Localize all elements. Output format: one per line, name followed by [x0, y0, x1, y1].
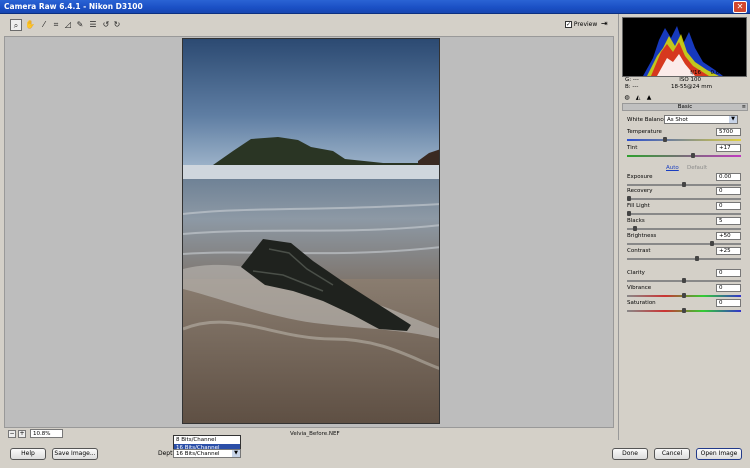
control-value-input[interactable]: 0 [716, 187, 741, 195]
default-link[interactable]: Default [687, 165, 707, 171]
preview-label: Preview [573, 21, 598, 28]
lens: 18-55@24 mm [671, 84, 712, 90]
control-value-input[interactable]: 5700 [716, 128, 741, 136]
control-label: Fill Light [627, 203, 650, 209]
hand-icon[interactable]: ✋ [24, 19, 36, 31]
depth-option[interactable]: 8 Bits/Channel [174, 436, 240, 444]
control-label: Blacks [627, 218, 645, 224]
blue-readout: B: --- [625, 84, 639, 90]
control-label: Brightness [627, 233, 657, 239]
control-value-input[interactable]: 0 [716, 284, 741, 292]
slider-thumb[interactable] [682, 308, 686, 313]
done-button[interactable]: Done [612, 448, 648, 460]
slider-track[interactable] [627, 155, 741, 157]
zoom-select[interactable]: 10.8% [30, 429, 63, 438]
slider-thumb[interactable] [663, 137, 668, 142]
control-value-input[interactable]: 0 [716, 202, 741, 210]
slider-thumb[interactable] [709, 241, 714, 246]
control-value-input[interactable]: 0.00 [716, 173, 741, 181]
control-label: Vibrance [627, 285, 652, 291]
green-readout: G: --- [625, 77, 639, 83]
adjustments-panel: R: --- G: --- B: --- f/16 0.60 s ISO 100… [618, 14, 750, 440]
control-label: Temperature [627, 129, 662, 135]
straighten-icon[interactable]: ◿ [62, 19, 74, 31]
zoom-out-button[interactable]: − [8, 430, 16, 438]
control-label: Tint [627, 145, 638, 151]
control-value-input[interactable]: +50 [716, 232, 741, 240]
status-bar: − + 10.8% Velvia_Before.NEF [4, 428, 614, 440]
slider-thumb[interactable] [682, 293, 686, 298]
depth-select-value: 16 Bits/Channel [176, 451, 220, 457]
control-label: Saturation [627, 300, 656, 306]
control-label: Clarity [627, 270, 645, 276]
red-readout: R: --- [625, 70, 639, 76]
slider-thumb[interactable] [682, 182, 686, 187]
aperture: f/16 [690, 70, 701, 76]
slider-track[interactable] [627, 243, 741, 245]
list-icon[interactable]: ☰ [87, 19, 99, 31]
slider-track[interactable] [627, 213, 741, 215]
slider-thumb[interactable] [627, 196, 631, 201]
rotate-right-icon[interactable]: ↻ [111, 19, 123, 31]
basic-tab-icon[interactable]: ◍ [623, 94, 631, 102]
bottom-bar: Help Save Image... Depth: 8 Bits/Channel… [0, 435, 750, 468]
title-bar: Camera Raw 6.4.1 - Nikon D3100 ✕ [0, 0, 750, 14]
window-title: Camera Raw 6.4.1 - Nikon D3100 [4, 2, 143, 11]
slider-thumb[interactable] [682, 278, 686, 283]
slider-track[interactable] [627, 258, 741, 260]
iso: ISO 100 [679, 77, 701, 83]
camera-info: f/16 0.60 s ISO 100 18-55@24 mm [671, 70, 745, 91]
slider-thumb[interactable] [632, 226, 637, 231]
crop-icon[interactable]: ⌗ [50, 19, 62, 31]
save-image-button[interactable]: Save Image... [52, 448, 98, 460]
open-image-button[interactable]: Open Image [696, 448, 742, 460]
photo-image [183, 39, 439, 423]
zoom-in-button[interactable]: + [18, 430, 26, 438]
close-button[interactable]: ✕ [733, 1, 747, 13]
slider-thumb[interactable] [627, 211, 631, 216]
slider-thumb[interactable] [695, 256, 700, 261]
control-value-input[interactable]: +25 [716, 247, 741, 255]
histogram [622, 17, 747, 77]
panel-tabs: ◍ ◭ ▲ [622, 94, 748, 103]
slider-thumb[interactable] [690, 153, 695, 158]
photo-preview [182, 38, 440, 424]
section-header: Basic ≡ [622, 103, 748, 111]
control-value-input[interactable]: 5 [716, 217, 741, 225]
eyedropper-icon[interactable]: ⁄ [38, 19, 50, 31]
control-label: Exposure [627, 174, 653, 180]
depth-select[interactable]: 16 Bits/Channel ▼ [173, 449, 241, 458]
panel-menu-icon[interactable]: ≡ [742, 104, 746, 110]
control-value-input[interactable]: 0 [716, 269, 741, 277]
shutter-speed: 0.60 s [710, 70, 728, 76]
preview-toggle[interactable]: ✓ Preview [565, 21, 597, 28]
histogram-graph [643, 26, 723, 76]
control-value-input[interactable]: +17 [716, 144, 741, 152]
preview-checkbox[interactable]: ✓ [565, 21, 572, 28]
tone-curve-tab-icon[interactable]: ◭ [634, 94, 642, 102]
control-label: Recovery [627, 188, 653, 194]
chevron-down-icon[interactable]: ▼ [729, 116, 737, 123]
white-balance-value: As Shot [667, 117, 688, 123]
spot-removal-icon[interactable]: ✎ [74, 19, 86, 31]
toolbar: ⌕ ✋ ⁄ ⌗ ◿ ✎ ☰ ↺ ↻ ✓ Preview ⇥ [0, 14, 615, 36]
white-balance-label: White Balance: [627, 117, 669, 123]
help-button[interactable]: Help [10, 448, 46, 460]
white-balance-select[interactable]: As Shot ▼ [664, 115, 738, 124]
cancel-button[interactable]: Cancel [654, 448, 690, 460]
fullscreen-icon[interactable]: ⇥ [601, 19, 611, 29]
auto-link[interactable]: Auto [666, 165, 679, 171]
detail-tab-icon[interactable]: ▲ [645, 94, 653, 102]
zoom-icon[interactable]: ⌕ [10, 19, 22, 31]
chevron-down-icon[interactable]: ▼ [232, 450, 240, 457]
rgb-readout: R: --- G: --- B: --- [625, 70, 639, 91]
slider-track[interactable] [627, 228, 741, 230]
control-label: Contrast [627, 248, 651, 254]
slider-track[interactable] [627, 198, 741, 200]
section-title: Basic [677, 104, 693, 110]
slider-track[interactable] [627, 139, 741, 141]
file-name: Velvia_Before.NEF [290, 431, 340, 437]
control-value-input[interactable]: 0 [716, 299, 741, 307]
